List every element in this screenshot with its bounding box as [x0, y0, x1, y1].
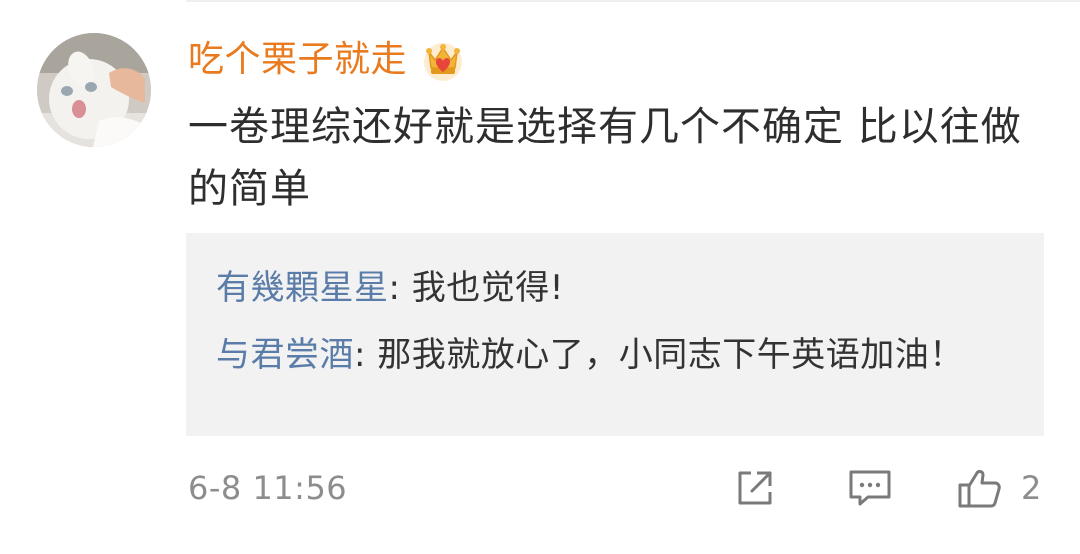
reply-text: 我也觉得! — [411, 268, 564, 308]
avatar-cat-image — [37, 33, 151, 147]
avatar[interactable] — [37, 33, 151, 147]
crown-heart-icon — [424, 43, 463, 81]
replies-panel[interactable]: 有幾顆星星: 我也觉得! 与君尝酒: 那我就放心了，小同志下午英语加油！ — [186, 233, 1044, 436]
like-button[interactable] — [956, 464, 1004, 512]
comment-text: 一卷理综还好就是选择有几个不确定 比以往做的简单 — [188, 104, 1022, 212]
share-external-icon — [738, 471, 772, 505]
thumbs-up-icon — [958, 469, 1001, 508]
reply-separator: : — [388, 268, 412, 308]
comment-bubble-icon — [849, 470, 891, 506]
comment-button[interactable] — [846, 464, 894, 512]
reply-item[interactable]: 有幾顆星星: 我也觉得! — [216, 257, 1006, 320]
username[interactable]: 吃个栗子就走 — [188, 32, 407, 88]
like-count: 2 — [1021, 469, 1042, 507]
comment-time: 6-8 11:56 — [188, 469, 348, 507]
reply-text: 那我就放心了，小同志下午英语加油！ — [377, 335, 964, 375]
comment-card: 吃个栗子就走 一卷理综还好就是选择有几个不确定 比以往做的简单 有幾顆星星: 我… — [0, 0, 1080, 554]
reply-separator: : — [354, 335, 378, 375]
username-row: 吃个栗子就走 — [188, 32, 465, 88]
reply-item[interactable]: 与君尝酒: 那我就放心了，小同志下午英语加油！ — [216, 324, 1006, 387]
share-button[interactable] — [731, 464, 779, 512]
reply-author[interactable]: 与君尝酒 — [216, 335, 354, 375]
reply-author[interactable]: 有幾顆星星 — [216, 268, 389, 308]
divider — [186, 0, 1080, 2]
